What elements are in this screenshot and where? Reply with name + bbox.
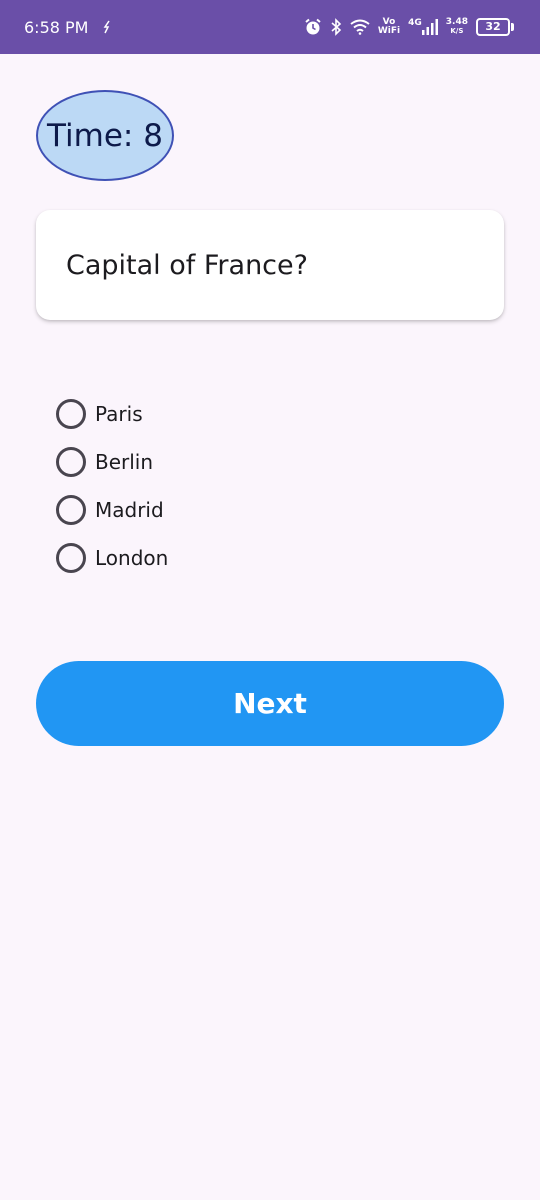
option-label: London [95,546,169,570]
option-label: Madrid [95,498,164,522]
status-time: 6:58 PM [24,17,89,37]
radio-button[interactable] [56,399,86,429]
radio-button[interactable] [56,447,86,477]
option-label: Berlin [95,450,154,474]
bluetooth-icon [330,18,342,36]
timer-label: Time: 8 [47,117,163,154]
battery-tip [511,23,514,31]
speed-unit: K/S [450,27,464,35]
status-bar: 6:58 PM Vo WiFi 4G 3.48 K/S 32 [0,0,540,54]
option-berlin[interactable]: Berlin [56,438,356,486]
battery-icon: 32 [476,18,514,36]
alarm-icon [304,18,322,36]
notification-icon [102,20,112,34]
next-button[interactable]: Next [36,661,504,746]
speed-value: 3.48 [445,17,468,27]
vowifi-bottom: WiFi [377,26,401,36]
option-label: Paris [95,402,143,426]
option-london[interactable]: London [56,534,356,582]
cellular-label: 4G [408,18,422,28]
vowifi-indicator: Vo WiFi [378,18,400,36]
radio-button[interactable] [56,543,86,573]
option-paris[interactable]: Paris [56,390,356,438]
network-speed: 3.48 K/S [446,18,468,36]
answer-options: Paris Berlin Madrid London [56,390,356,582]
wifi-icon [350,19,370,35]
timer-badge: Time: 8 [36,90,174,181]
question-text: Capital of France? [66,249,308,281]
status-left: 6:58 PM [24,18,112,37]
question-card: Capital of France? [36,210,504,320]
signal-icon: 4G [408,19,438,35]
option-madrid[interactable]: Madrid [56,486,356,534]
battery-level: 32 [476,18,510,36]
status-right: Vo WiFi 4G 3.48 K/S 32 [304,18,514,36]
radio-button[interactable] [56,495,86,525]
